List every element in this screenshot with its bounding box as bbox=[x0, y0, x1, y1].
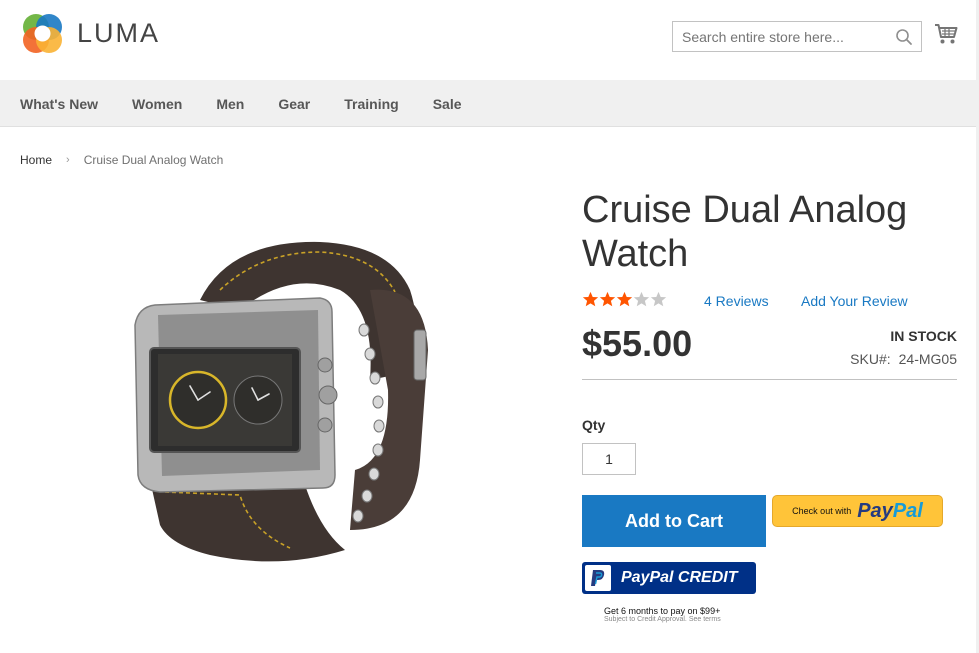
paypal-credit-label: PayPal CREDIT bbox=[621, 569, 738, 586]
reviews-link[interactable]: 4 Reviews bbox=[704, 293, 769, 309]
logo-text: LUMA bbox=[77, 18, 161, 48]
paypal-credit-button[interactable]: PayPal CREDIT bbox=[582, 562, 756, 594]
divider bbox=[582, 379, 957, 380]
site-header: LUMA bbox=[0, 0, 976, 80]
search-box bbox=[672, 21, 922, 52]
qty-label: Qty bbox=[582, 417, 606, 433]
sku-value: 24-MG05 bbox=[898, 351, 957, 367]
sku-label: SKU#: bbox=[850, 351, 891, 367]
watch-product-image[interactable] bbox=[120, 230, 450, 570]
star-icon bbox=[633, 291, 650, 307]
product-rating bbox=[582, 291, 667, 308]
paypal-credit-terms-link[interactable]: Subject to Credit Approval. See terms bbox=[604, 616, 721, 623]
product-price: $55.00 bbox=[582, 323, 693, 364]
breadcrumb-current: Cruise Dual Analog Watch bbox=[83, 153, 224, 167]
breadcrumb-home-link[interactable]: Home bbox=[20, 153, 52, 167]
breadcrumb: Home › Cruise Dual Analog Watch bbox=[20, 153, 223, 167]
paypal-credit-note: Get 6 months to pay on $99+ bbox=[604, 606, 721, 616]
cart-icon[interactable] bbox=[934, 23, 958, 45]
paypal-p-icon bbox=[585, 565, 611, 591]
main-navigation: What's New Women Men Gear Training Sale bbox=[0, 80, 976, 127]
star-icon bbox=[599, 291, 616, 307]
product-title: Cruise Dual Analog Watch bbox=[582, 189, 908, 275]
star-icon bbox=[616, 291, 633, 307]
add-to-cart-button[interactable]: Add to Cart bbox=[582, 495, 766, 547]
star-icon bbox=[582, 291, 599, 307]
nav-item-men[interactable]: Men bbox=[216, 96, 244, 112]
paypal-logo-pal: Pal bbox=[892, 499, 923, 522]
luma-logo[interactable]: LUMA bbox=[20, 11, 160, 56]
qty-input[interactable] bbox=[582, 443, 636, 475]
search-input[interactable] bbox=[673, 22, 883, 51]
chevron-right-icon: › bbox=[66, 154, 70, 166]
rating-stars bbox=[582, 291, 667, 308]
product-sku: SKU#: 24-MG05 bbox=[850, 351, 957, 367]
nav-item-training[interactable]: Training bbox=[344, 96, 398, 112]
nav-item-sale[interactable]: Sale bbox=[433, 96, 462, 112]
paypal-checkout-label: Check out with bbox=[792, 506, 852, 516]
nav-item-women[interactable]: Women bbox=[132, 96, 182, 112]
luma-logo-icon bbox=[23, 14, 62, 53]
nav-item-whats-new[interactable]: What's New bbox=[20, 96, 98, 112]
nav-item-gear[interactable]: Gear bbox=[278, 96, 310, 112]
add-review-link[interactable]: Add Your Review bbox=[801, 293, 908, 309]
paypal-logo: PayPal bbox=[857, 500, 923, 523]
stock-status: IN STOCK bbox=[890, 328, 957, 344]
search-icon[interactable] bbox=[895, 28, 913, 46]
paypal-logo-pay: Pay bbox=[857, 499, 893, 522]
paypal-checkout-button[interactable]: Check out with PayPal bbox=[772, 495, 943, 527]
star-icon bbox=[650, 291, 667, 307]
